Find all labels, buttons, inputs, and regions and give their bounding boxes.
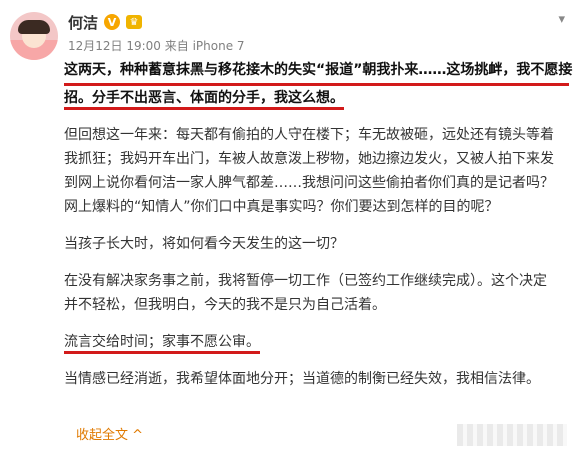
text-line: 我抓狂；我妈开车出门，车被人故意泼上秽物，她边擦边发火，又被人拍下来发 xyxy=(64,151,554,167)
text-line: 这两天，种种蓄意抹黑与移花接木的失实“报道”朝我扑来……这场挑衅，我不愿接 xyxy=(64,58,572,86)
text-line-segment: 流言交给时间；家事不愿公审。 xyxy=(64,334,260,354)
text-line: 网上爆料的“知情人”你们口中真是事实吗？你们要达到怎样的目的呢？ xyxy=(64,199,499,215)
verified-badge-icon: V xyxy=(104,14,121,30)
paragraph-6: 当情感已经消逝，我希望体面地分开；当道德的制衡已经失效，我相信法律。 xyxy=(64,367,569,391)
author-row: 何洁 V ♛ xyxy=(68,10,143,34)
watermark xyxy=(457,424,567,446)
author-name[interactable]: 何洁 xyxy=(68,12,98,33)
collapse-full-text-link[interactable]: 收起全文 ^ xyxy=(76,424,143,443)
crown-icon: ♛ xyxy=(126,15,143,29)
text-line: 并不轻松，但我明白，今天的我不是只为自己活着。 xyxy=(64,297,386,313)
paragraph-4: 在没有解决家务事之前，我将暂停一切工作（已签约工作继续完成）。这个决定 并不轻松… xyxy=(64,269,569,317)
paragraph-3: 当孩子长大时，将如何看今天发生的这一切？ xyxy=(64,232,569,256)
weibo-post: 何洁 V ♛ 12月12日 19:00 来自 iPhone 7 ▾ 这两天，种种… xyxy=(0,0,579,455)
paragraph-2: 但回想这一年来：每天都有偷拍的人守在楼下；车无故被砸，远处还有镜头等着 我抓狂；… xyxy=(64,123,569,219)
chevron-down-icon[interactable]: ▾ xyxy=(558,12,565,27)
text-line: 到网上说你看何洁一家人脾气都差……我想问问这些偷拍者你们真的是记者吗？ xyxy=(64,175,554,191)
paragraph-5: 流言交给时间；家事不愿公审。 xyxy=(64,330,569,354)
text-line: 在没有解决家务事之前，我将暂停一切工作（已签约工作继续完成）。这个决定 xyxy=(64,273,547,289)
text-line: 招。分手不出恶言、体面的分手，我这么想。 xyxy=(64,86,569,110)
paragraph-1: 这两天，种种蓄意抹黑与移花接木的失实“报道”朝我扑来……这场挑衅，我不愿接 招。… xyxy=(64,58,572,110)
avatar-hair xyxy=(18,20,50,34)
post-content: 这两天，种种蓄意抹黑与移花接木的失实“报道”朝我扑来……这场挑衅，我不愿接 招。… xyxy=(64,58,572,404)
text-line: 当情感已经消逝，我希望体面地分开；当道德的制衡已经失效，我相信法律。 xyxy=(64,371,540,387)
text-line: 但回想这一年来：每天都有偷拍的人守在楼下；车无故被砸，远处还有镜头等着 xyxy=(64,127,554,143)
text-line: 流言交给时间；家事不愿公审。 xyxy=(64,330,569,354)
text-line: 当孩子长大时，将如何看今天发生的这一切？ xyxy=(64,236,344,252)
post-meta: 12月12日 19:00 来自 iPhone 7 xyxy=(68,39,245,53)
avatar[interactable] xyxy=(10,12,58,60)
text-line-segment: 招。分手不出恶言、体面的分手，我这么想。 xyxy=(64,90,344,110)
